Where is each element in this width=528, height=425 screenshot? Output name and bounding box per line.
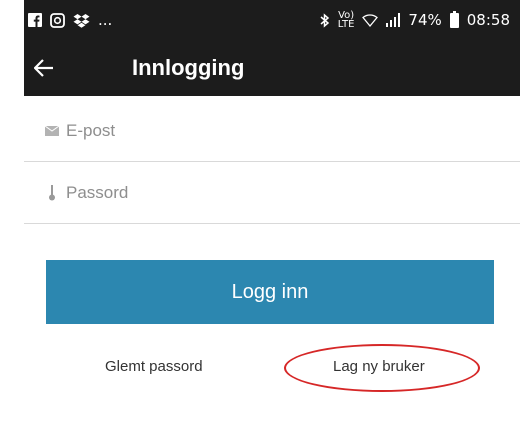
clock: 08:58 bbox=[466, 11, 510, 29]
email-input[interactable] bbox=[66, 120, 486, 141]
email-field[interactable] bbox=[24, 100, 520, 162]
key-icon bbox=[44, 184, 60, 201]
status-left: ... bbox=[28, 11, 112, 29]
signal-icon bbox=[386, 13, 401, 27]
back-arrow-icon[interactable] bbox=[24, 40, 64, 96]
battery-icon bbox=[449, 10, 459, 28]
status-right: Vo) LTE 74% 08:58 bbox=[320, 10, 510, 30]
wifi-icon bbox=[362, 13, 379, 27]
create-user-link[interactable]: Lag ny bruker bbox=[333, 358, 425, 375]
page-title: Innlogging bbox=[132, 55, 245, 80]
login-button[interactable]: Logg inn bbox=[46, 260, 494, 324]
dropbox-icon bbox=[73, 13, 90, 28]
password-input[interactable] bbox=[66, 182, 486, 203]
envelope-icon bbox=[44, 125, 60, 136]
bluetooth-icon bbox=[320, 12, 330, 28]
battery-percent: 74% bbox=[408, 11, 442, 29]
facebook-icon bbox=[28, 13, 42, 27]
volte-bottom: LTE bbox=[337, 19, 355, 30]
more-notifications: ... bbox=[98, 11, 113, 29]
password-field[interactable] bbox=[24, 162, 520, 224]
volte-indicator: Vo) LTE bbox=[337, 11, 355, 30]
status-bar: ... Vo) LTE 74% 08:58 bbox=[24, 0, 520, 40]
forgot-password-link[interactable]: Glemt passord bbox=[105, 358, 203, 375]
instagram-icon bbox=[50, 12, 65, 28]
app-bar: Innlogging bbox=[24, 40, 520, 96]
